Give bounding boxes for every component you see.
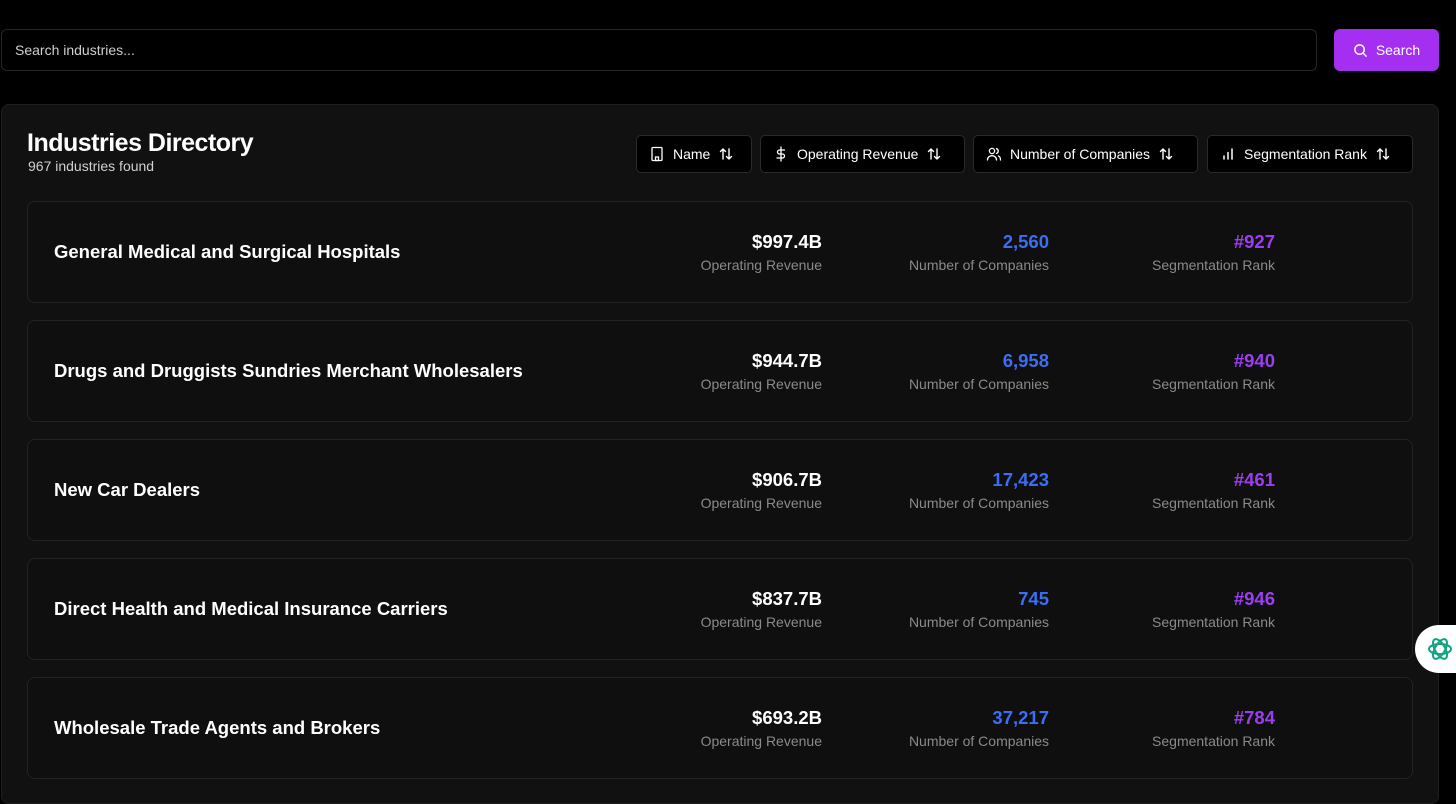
revenue-metric: $906.7B Operating Revenue xyxy=(701,469,822,512)
industry-row[interactable]: Drugs and Druggists Sundries Merchant Wh… xyxy=(27,320,1413,422)
industry-row[interactable]: Wholesale Trade Agents and Brokers $693.… xyxy=(27,677,1413,779)
rank-metric: #940 Segmentation Rank xyxy=(1152,350,1275,393)
revenue-label: Operating Revenue xyxy=(700,376,822,392)
rank-value: #946 xyxy=(1233,588,1275,609)
companies-value: 17,423 xyxy=(992,469,1049,490)
sort-by-name-button[interactable]: Name xyxy=(636,135,752,173)
revenue-value: $693.2B xyxy=(752,707,822,728)
rank-label: Segmentation Rank xyxy=(1152,376,1275,392)
companies-value: 6,958 xyxy=(1002,350,1049,371)
revenue-metric: $997.4B Operating Revenue xyxy=(701,231,822,274)
revenue-value: $906.7B xyxy=(752,469,822,490)
industry-row[interactable]: New Car Dealers $906.7B Operating Revenu… xyxy=(27,439,1413,541)
industry-name: Drugs and Druggists Sundries Merchant Wh… xyxy=(54,360,523,381)
industry-name: Direct Health and Medical Insurance Carr… xyxy=(54,598,448,619)
search-button[interactable]: Search xyxy=(1334,29,1439,71)
companies-label: Number of Companies xyxy=(908,733,1049,749)
search-input[interactable] xyxy=(15,42,1316,58)
rank-metric: #461 Segmentation Rank xyxy=(1152,469,1275,512)
companies-value: 37,217 xyxy=(992,707,1049,728)
companies-metric: 6,958 Number of Companies xyxy=(909,350,1049,393)
rank-value: #461 xyxy=(1233,469,1275,490)
sort-label-revenue: Operating Revenue xyxy=(797,146,919,162)
rank-metric: #927 Segmentation Rank xyxy=(1152,231,1275,274)
sort-by-companies-button[interactable]: Number of Companies xyxy=(973,135,1198,173)
search-button-label: Search xyxy=(1375,42,1421,58)
results-count: 967 industries found xyxy=(28,158,155,174)
companies-label: Number of Companies xyxy=(908,495,1049,511)
sort-arrows-icon xyxy=(1159,148,1173,160)
page-title: Industries Directory xyxy=(27,129,254,157)
bar-chart-icon xyxy=(1223,148,1233,160)
revenue-label: Operating Revenue xyxy=(700,733,822,749)
industry-name: New Car Dealers xyxy=(54,479,201,500)
companies-value: 745 xyxy=(1018,588,1049,609)
rank-value: #940 xyxy=(1233,350,1275,371)
industry-name: General Medical and Surgical Hospitals xyxy=(54,241,401,262)
revenue-metric: $837.7B Operating Revenue xyxy=(701,588,822,631)
sort-arrows-icon xyxy=(720,148,733,160)
building-icon xyxy=(651,146,663,162)
companies-value: 2,560 xyxy=(1002,231,1049,252)
sort-by-revenue-button[interactable]: Operating Revenue xyxy=(760,135,965,173)
rank-value: #927 xyxy=(1233,231,1275,252)
companies-metric: 17,423 Number of Companies xyxy=(909,469,1049,512)
rank-label: Segmentation Rank xyxy=(1152,257,1275,273)
rank-label: Segmentation Rank xyxy=(1152,495,1275,511)
revenue-value: $944.7B xyxy=(752,350,822,371)
search-field[interactable] xyxy=(1,29,1317,71)
users-icon xyxy=(986,147,1002,161)
search-icon xyxy=(1353,43,1367,57)
rank-label: Segmentation Rank xyxy=(1152,733,1275,749)
sort-arrows-icon xyxy=(1376,148,1390,160)
sort-label-name: Name xyxy=(673,146,711,162)
industry-row[interactable]: General Medical and Surgical Hospitals $… xyxy=(27,201,1413,303)
industry-name: Wholesale Trade Agents and Brokers xyxy=(54,717,381,738)
sort-arrows-icon xyxy=(928,148,941,160)
industries-directory-panel: Industries Directory 967 industries foun… xyxy=(1,104,1439,804)
companies-label: Number of Companies xyxy=(908,376,1049,392)
industry-row[interactable]: Direct Health and Medical Insurance Carr… xyxy=(27,558,1413,660)
assistant-launcher-button[interactable] xyxy=(1415,625,1456,673)
revenue-metric: $944.7B Operating Revenue xyxy=(701,350,822,393)
companies-metric: 745 Number of Companies xyxy=(909,588,1049,631)
sort-label-rank: Segmentation Rank xyxy=(1244,146,1367,162)
companies-label: Number of Companies xyxy=(908,614,1049,630)
sort-label-companies: Number of Companies xyxy=(1010,146,1151,162)
revenue-label: Operating Revenue xyxy=(700,614,822,630)
companies-label: Number of Companies xyxy=(908,257,1049,273)
revenue-label: Operating Revenue xyxy=(700,257,822,273)
companies-metric: 2,560 Number of Companies xyxy=(909,231,1049,274)
sort-by-rank-button[interactable]: Segmentation Rank xyxy=(1207,135,1413,173)
revenue-label: Operating Revenue xyxy=(700,495,822,511)
rank-value: #784 xyxy=(1233,707,1275,728)
revenue-value: $997.4B xyxy=(752,231,822,252)
revenue-value: $837.7B xyxy=(752,588,822,609)
rank-label: Segmentation Rank xyxy=(1152,614,1275,630)
openai-logo-icon xyxy=(1428,638,1452,660)
dollar-icon xyxy=(776,146,786,162)
rank-metric: #946 Segmentation Rank xyxy=(1152,588,1275,631)
